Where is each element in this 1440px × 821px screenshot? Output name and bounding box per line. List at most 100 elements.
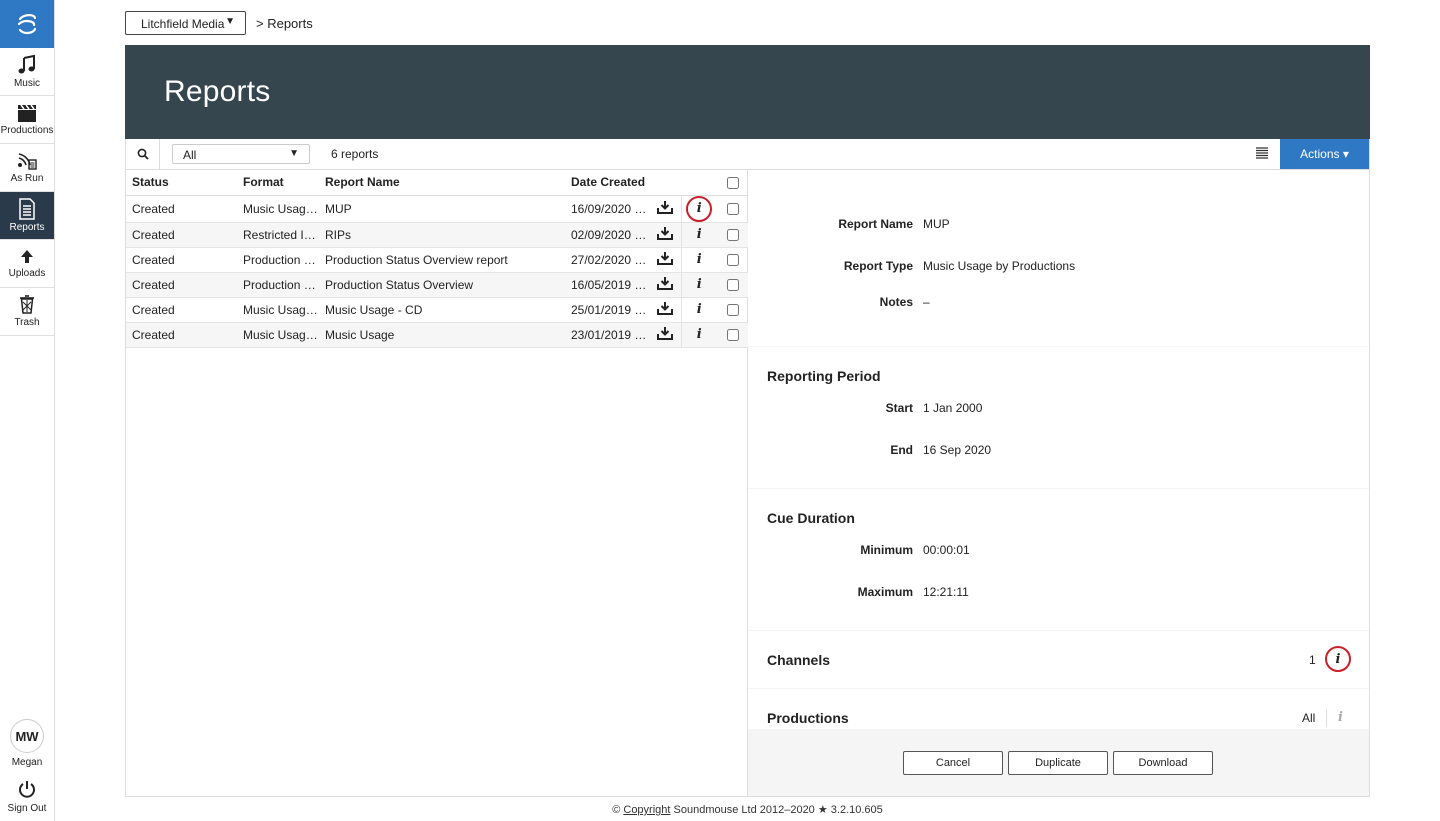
productions-title: Productions	[767, 710, 849, 726]
column-header-date-created[interactable]: Date Created	[565, 170, 649, 196]
soundmouse-logo-icon	[17, 14, 37, 35]
maximum-label: Maximum	[857, 585, 913, 599]
cancel-button[interactable]: Cancel	[903, 751, 1003, 775]
info-icon[interactable]: i	[697, 327, 702, 342]
reports-table: Status Format Report Name Date Created C…	[126, 170, 748, 348]
search-button[interactable]	[126, 139, 160, 169]
row-download-button[interactable]	[649, 297, 681, 323]
column-header-report-name[interactable]: Report Name	[319, 170, 565, 196]
productions-value: All	[1302, 711, 1316, 725]
soundmouse-logo[interactable]	[0, 0, 54, 48]
sidebar: Music Productions As Run Reports Uploads…	[0, 0, 55, 821]
row-status: Created	[126, 272, 237, 298]
row-checkbox[interactable]	[726, 229, 739, 242]
column-header-status[interactable]: Status	[126, 170, 237, 196]
row-checkbox[interactable]	[726, 203, 739, 216]
row-download-button[interactable]	[649, 322, 681, 348]
row-checkbox[interactable]	[726, 279, 739, 292]
row-format: Music Usage by Productions	[237, 322, 319, 348]
user-menu[interactable]: MW Megan	[0, 719, 54, 768]
actions-button[interactable]: Actions ▾	[1280, 139, 1369, 169]
caret-down-icon: ▼	[289, 148, 299, 159]
table-row[interactable]: CreatedProduction Status OverviewProduct…	[126, 247, 748, 273]
list-view-icon	[1256, 147, 1268, 159]
column-header-format[interactable]: Format	[237, 170, 319, 196]
table-row[interactable]: CreatedMusic Usage by ProductionsMUP16/0…	[126, 195, 748, 223]
row-download-button[interactable]	[649, 222, 681, 248]
channels-section: Channels 1 i	[748, 631, 1369, 688]
nav-item-music[interactable]: Music	[0, 48, 54, 96]
nav-item-reports[interactable]: Reports	[0, 192, 54, 240]
download-button[interactable]: Download	[1113, 751, 1213, 775]
row-report-name: Music Usage	[319, 322, 565, 348]
organisation-select[interactable]: Litchfield Media ▼	[125, 11, 246, 35]
nav-item-trash[interactable]: Trash	[0, 288, 54, 336]
table-row[interactable]: CreatedProduction Status OverviewProduct…	[126, 272, 748, 298]
row-info-cell: i	[680, 297, 717, 323]
row-status: Created	[126, 222, 237, 248]
status-filter-select[interactable]: All ▼	[172, 144, 310, 164]
page-title: Reports	[164, 75, 271, 108]
report-name-value: MUP	[923, 217, 950, 231]
row-format: Music Usage by Productions	[237, 297, 319, 323]
list-view-toggle[interactable]	[1256, 147, 1268, 162]
report-count: 6 reports	[331, 147, 379, 161]
row-status: Created	[126, 297, 237, 323]
table-row[interactable]: CreatedMusic Usage by ProductionsMusic U…	[126, 322, 748, 348]
row-report-name: Music Usage - CD	[319, 297, 565, 323]
row-date-created: 16/09/2020 10:21	[565, 195, 649, 223]
nav-item-productions[interactable]: Productions	[0, 96, 54, 144]
power-icon	[19, 781, 35, 798]
row-date-created: 23/01/2019 15:18	[565, 322, 649, 348]
music-note-icon	[18, 54, 35, 74]
toolbar: All ▼ 6 reports Actions ▾	[125, 139, 1370, 170]
productions-section: Productions All i	[748, 689, 1369, 729]
nav-item-as-run[interactable]: As Run	[0, 144, 54, 192]
row-status: Created	[126, 247, 237, 273]
channels-count: 1	[1309, 653, 1316, 667]
row-checkbox[interactable]	[726, 254, 739, 267]
row-status: Created	[126, 322, 237, 348]
avatar[interactable]: MW	[10, 719, 44, 753]
row-info-cell: i	[680, 322, 717, 348]
info-icon[interactable]: i	[697, 302, 702, 317]
table-row[interactable]: CreatedRestricted ItemsRIPs02/09/2020 14…	[126, 222, 748, 248]
row-format: Production Status Overview	[237, 272, 319, 298]
copyright-link[interactable]: Copyright	[623, 804, 670, 816]
row-info-button[interactable]: i	[686, 195, 713, 221]
copyright-text: Soundmouse Ltd 2012–2020 ★ 3.2.10.605	[673, 804, 883, 816]
download-icon	[656, 252, 673, 268]
row-checkbox[interactable]	[726, 329, 739, 342]
download-icon	[656, 227, 673, 243]
report-name-label: Report Name	[838, 217, 913, 231]
channels-title: Channels	[767, 652, 831, 668]
upload-arrow-icon	[21, 250, 33, 263]
nav-label-trash: Trash	[14, 317, 40, 328]
table-header-row: Status Format Report Name Date Created	[126, 170, 748, 196]
info-icon[interactable]: i	[697, 252, 702, 267]
nav-item-uploads[interactable]: Uploads	[0, 240, 54, 288]
cue-duration-title: Cue Duration	[767, 510, 855, 526]
page-header: Reports	[125, 45, 1370, 139]
info-icon[interactable]: i	[697, 227, 702, 242]
duplicate-button[interactable]: Duplicate	[1008, 751, 1108, 775]
row-format: Music Usage by Productions	[237, 195, 319, 223]
row-info-cell: i	[680, 247, 717, 273]
row-download-button[interactable]	[649, 247, 681, 273]
row-date-created: 02/09/2020 14:05	[565, 222, 649, 248]
info-icon: i	[696, 201, 702, 216]
channels-info-button[interactable]: i	[1325, 646, 1351, 672]
row-download-button[interactable]	[649, 272, 681, 298]
row-download-button[interactable]	[649, 195, 681, 223]
productions-info-icon[interactable]: i	[1338, 710, 1343, 725]
row-checkbox[interactable]	[726, 304, 739, 317]
row-report-name: MUP	[319, 195, 565, 223]
copyright-footer: © Copyright Soundmouse Ltd 2012–2020 ★ 3…	[0, 803, 1440, 816]
select-all-checkbox[interactable]	[726, 177, 739, 190]
reports-table-pane: Status Format Report Name Date Created C…	[125, 170, 748, 797]
report-summary-section: Report Name MUP Report Type Music Usage …	[748, 170, 1369, 346]
report-icon	[19, 198, 35, 220]
minimum-value: 00:00:01	[923, 543, 970, 557]
info-icon[interactable]: i	[697, 277, 702, 292]
table-row[interactable]: CreatedMusic Usage by ProductionsMusic U…	[126, 297, 748, 323]
